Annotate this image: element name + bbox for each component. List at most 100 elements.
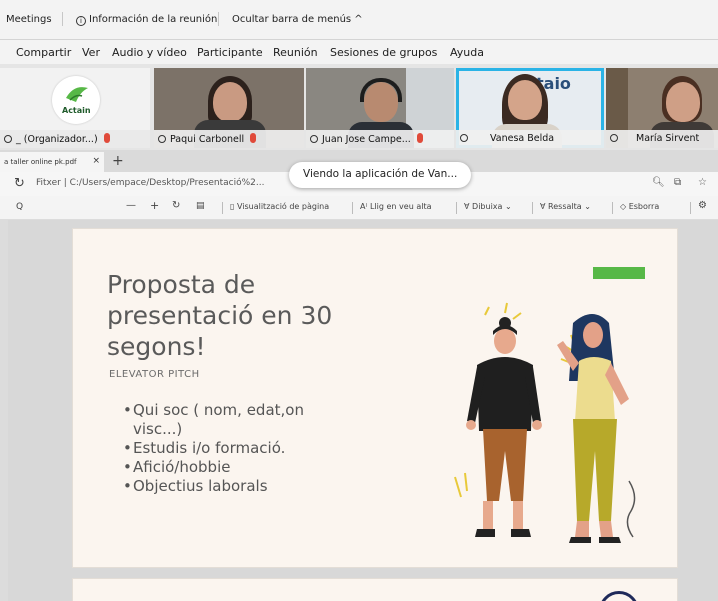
next-slide-page bbox=[72, 578, 678, 601]
erase-button[interactable]: ◇ Esborra bbox=[620, 202, 659, 211]
menu-item-sesiones-grupos[interactable]: Sesiones de grupos bbox=[330, 46, 437, 59]
person-face bbox=[666, 82, 700, 122]
video-tile-juan-jose[interactable]: Juan Jose Campe... bbox=[306, 68, 454, 148]
meeting-info-label: Información de la reunión bbox=[89, 14, 218, 25]
divider bbox=[352, 202, 353, 214]
page-view-button[interactable]: ▯ Visualització de pàgina bbox=[230, 202, 329, 211]
divider bbox=[222, 202, 223, 214]
bullet-item: Afició/hobbie bbox=[123, 458, 353, 477]
divider bbox=[218, 12, 219, 26]
read-mode-icon[interactable]: ⧉ bbox=[674, 177, 681, 188]
mic-muted-icon bbox=[416, 133, 423, 143]
pin-icon[interactable] bbox=[4, 135, 12, 143]
actain-logo: Actain bbox=[52, 76, 100, 124]
participant-name: Vanesa Belda bbox=[490, 133, 555, 144]
slide-title: Proposta de presentació en 30 segons! bbox=[107, 269, 367, 362]
slide-bullets: Qui soc ( nom, edat,on visc...) Estudis … bbox=[123, 401, 353, 496]
fit-page-icon[interactable]: ▤ bbox=[196, 201, 205, 211]
info-icon: i bbox=[76, 16, 86, 26]
divider bbox=[62, 12, 63, 26]
pin-icon[interactable] bbox=[460, 134, 468, 142]
pin-icon[interactable] bbox=[310, 135, 318, 143]
video-tile-vanesa-active[interactable]: taio Vanesa Belda bbox=[456, 68, 604, 148]
participant-name: _ (Organizador...) bbox=[16, 134, 98, 145]
pdf-tab[interactable]: a taller online pk.pdf × bbox=[0, 152, 104, 172]
participant-name: Paqui Carbonell bbox=[170, 134, 245, 145]
meeting-info-button[interactable]: i Información de la reunión bbox=[76, 14, 217, 26]
tab-title: a taller online pk.pdf bbox=[4, 158, 77, 166]
participant-name: María Sirvent bbox=[636, 133, 700, 144]
headphones-icon bbox=[360, 78, 402, 102]
divider bbox=[532, 202, 533, 214]
logo-text: Actain bbox=[62, 106, 91, 115]
leaf-icon bbox=[66, 87, 88, 102]
slide-title-line: segons! bbox=[107, 332, 206, 361]
man-figure bbox=[466, 317, 542, 537]
participant-name: Juan Jose Campe... bbox=[322, 134, 411, 145]
video-tile-maria[interactable]: María Sirvent bbox=[606, 68, 718, 148]
bullet-item: Objectius laborals bbox=[123, 477, 353, 496]
slide-title-line: Proposta de bbox=[107, 270, 256, 299]
hide-menu-button[interactable]: Ocultar barra de menús ^ bbox=[232, 14, 363, 25]
divider bbox=[612, 202, 613, 214]
slide-page: Proposta de presentació en 30 segons! EL… bbox=[72, 228, 678, 568]
pdf-toolbar: Q — + ↻ ▤ ▯ Visualització de pàgina A⁾ L… bbox=[0, 196, 718, 220]
highlight-icon: ∀ bbox=[540, 202, 546, 211]
menu-item-participante[interactable]: Participante bbox=[197, 46, 263, 59]
zoom-in-button[interactable]: + bbox=[150, 199, 159, 212]
address-bar[interactable]: Fitxer | C:/Users/empace/Desktop/Present… bbox=[36, 178, 264, 188]
pin-icon[interactable] bbox=[158, 135, 166, 143]
divider bbox=[690, 202, 691, 214]
zoom-icon[interactable]: 🔍︎ bbox=[652, 177, 665, 188]
tile-label: Vanesa Belda bbox=[456, 130, 604, 148]
erase-label: Esborra bbox=[628, 202, 660, 211]
pdf-viewer[interactable]: Proposta de presentació en 30 segons! EL… bbox=[8, 220, 718, 601]
favorite-icon[interactable]: ☆ bbox=[698, 177, 707, 188]
meetings-label: Meetings bbox=[6, 14, 52, 25]
bullet-item: Qui soc ( nom, edat,on visc...) bbox=[123, 401, 353, 439]
draw-icon: ∀ bbox=[464, 202, 470, 211]
menu-item-compartir[interactable]: Compartir bbox=[16, 46, 71, 59]
person-face bbox=[213, 82, 247, 122]
menu-item-ayuda[interactable]: Ayuda bbox=[450, 46, 484, 59]
menu-bar: Compartir Ver Audio y vídeo Participante… bbox=[0, 40, 718, 64]
divider bbox=[456, 202, 457, 214]
person-face bbox=[508, 80, 542, 120]
mic-muted-icon bbox=[250, 133, 257, 143]
menu-item-audio-video[interactable]: Audio y vídeo bbox=[112, 46, 187, 59]
tile-label: Paqui Carbonell bbox=[154, 130, 304, 148]
search-icon[interactable]: Q bbox=[16, 202, 23, 212]
zoom-out-button[interactable]: — bbox=[126, 200, 136, 211]
close-icon[interactable]: × bbox=[92, 156, 100, 166]
video-strip: Actain _ (Organizador...) Paqui Carbonel… bbox=[0, 64, 718, 150]
pin-icon[interactable] bbox=[610, 134, 618, 142]
viewing-app-tooltip: Viendo la aplicación de Van... bbox=[289, 162, 472, 188]
slide-subtitle: ELEVATOR PITCH bbox=[109, 369, 200, 380]
tile-label: María Sirvent bbox=[606, 130, 718, 148]
read-aloud-label: Llig en veu alta bbox=[369, 202, 432, 211]
video-tile-organizer[interactable]: Actain _ (Organizador...) bbox=[0, 68, 150, 148]
reload-icon[interactable]: ↻ bbox=[14, 176, 25, 191]
bullet-item: Estudis i/o formació. bbox=[123, 439, 353, 458]
menu-item-ver[interactable]: Ver bbox=[82, 46, 100, 59]
read-aloud-button[interactable]: A⁾ Llig en veu alta bbox=[360, 202, 431, 211]
highlight-label: Ressalta bbox=[548, 202, 582, 211]
draw-button[interactable]: ∀ Dibuixa ⌄ bbox=[464, 202, 512, 211]
highlight-button[interactable]: ∀ Ressalta ⌄ bbox=[540, 202, 591, 211]
people-illustration bbox=[454, 302, 636, 543]
menu-item-reunion[interactable]: Reunión bbox=[273, 46, 318, 59]
tile-label: _ (Organizador...) bbox=[0, 130, 150, 148]
accent-bar bbox=[593, 267, 645, 279]
circle-logo bbox=[599, 591, 639, 601]
rotate-icon[interactable]: ↻ bbox=[172, 200, 180, 211]
slide-title-line: presentació en 30 bbox=[107, 301, 333, 330]
mic-muted-icon bbox=[103, 133, 110, 143]
settings-icon[interactable]: ⚙ bbox=[698, 200, 707, 211]
tile-label: Juan Jose Campe... bbox=[306, 130, 454, 148]
eraser-icon: ◇ bbox=[620, 202, 627, 211]
video-tile-paqui[interactable]: Paqui Carbonell bbox=[154, 68, 304, 148]
page-view-label: Visualització de pàgina bbox=[236, 202, 330, 211]
app-window: Meetings i Información de la reunión Ocul… bbox=[0, 0, 718, 601]
new-tab-button[interactable]: + bbox=[112, 153, 124, 169]
meeting-top-bar: Meetings i Información de la reunión Ocul… bbox=[0, 0, 718, 40]
